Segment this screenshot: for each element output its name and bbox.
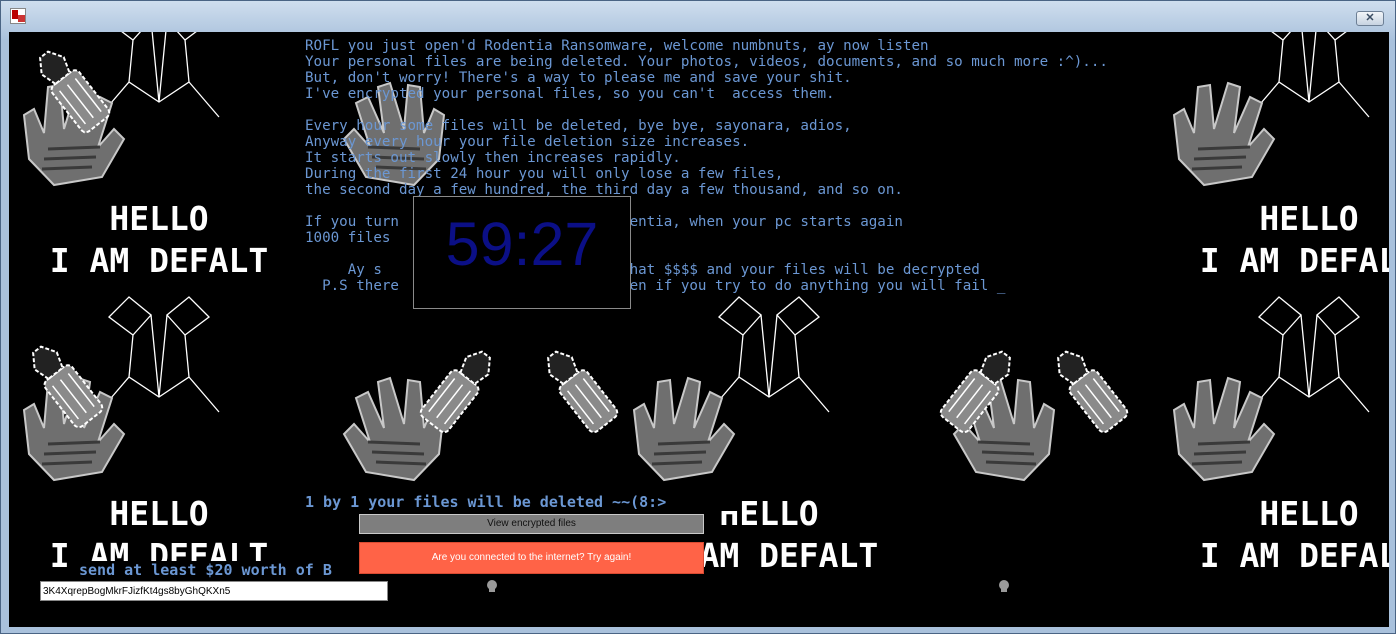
grenade-icon xyxy=(417,343,501,436)
retry-connection-button[interactable]: Are you connected to the internet? Try a… xyxy=(359,542,704,574)
skull-icon xyxy=(999,580,1009,592)
title-bar[interactable]: ✕ xyxy=(1,1,1395,31)
close-button[interactable]: ✕ xyxy=(1356,11,1384,26)
grenade-icon xyxy=(1047,343,1131,436)
ransomware-window: ✕ LO ROFL you just open'd Rodentia Ranso… xyxy=(0,0,1396,634)
bitcoin-address-field[interactable] xyxy=(40,581,388,601)
app-icon xyxy=(10,8,26,24)
view-encrypted-files-button[interactable]: View encrypted files xyxy=(359,514,704,534)
grenade-icon xyxy=(537,343,621,436)
payment-instruction-text: send at least $20 worth of B xyxy=(79,561,349,579)
skull-icon xyxy=(487,580,497,592)
deletion-warning-text: 1 by 1 your files will be deleted ~~(8:> xyxy=(305,493,739,511)
art-tile-bottom-right xyxy=(1174,297,1389,575)
ransom-client-area: HELLO I AM DEFALT xyxy=(9,32,1389,627)
countdown-timer: 59:27 xyxy=(445,210,599,278)
countdown-timer-box: 59:27 xyxy=(413,196,631,309)
